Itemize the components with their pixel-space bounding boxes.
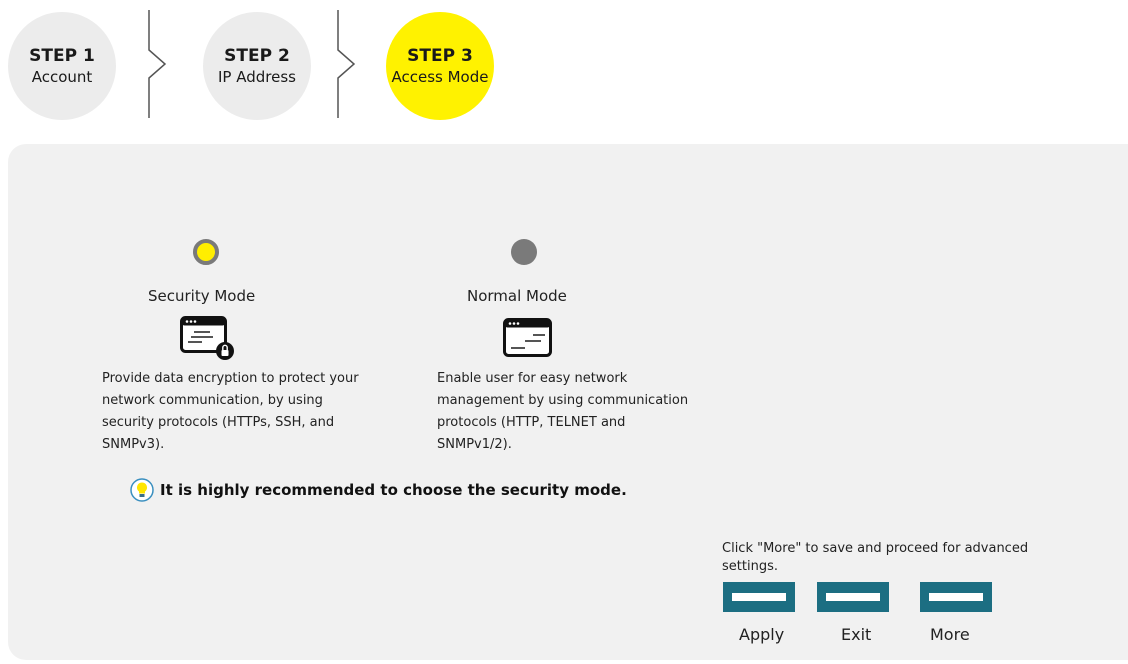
normal-mode-description: Enable user for easy network management … <box>437 371 689 452</box>
apply-button[interactable] <box>723 582 795 612</box>
secure-terminal-icon <box>180 316 234 360</box>
terminal-icon <box>503 318 552 357</box>
step-number: STEP 3 <box>407 46 473 66</box>
step-1-account[interactable]: STEP 1 Account <box>8 12 116 120</box>
apply-button-label[interactable]: Apply <box>739 625 784 644</box>
step-number: STEP 2 <box>224 46 290 66</box>
normal-mode-radio[interactable] <box>511 239 537 265</box>
step-label: Access Mode <box>391 68 489 86</box>
step-label: Account <box>31 68 93 86</box>
step-label: IP Address <box>218 68 296 86</box>
step-3-access-mode[interactable]: STEP 3 Access Mode <box>386 12 494 120</box>
recommendation-text: It is highly recommended to choose the s… <box>160 481 627 499</box>
step-number: STEP 1 <box>29 46 95 66</box>
step-separator-chevron <box>337 10 356 118</box>
step-2-ip-address[interactable]: STEP 2 IP Address <box>203 12 311 120</box>
more-button-label[interactable]: More <box>930 625 970 644</box>
recommendation-tip: It is highly recommended to choose the s… <box>130 478 627 502</box>
exit-button[interactable] <box>817 582 889 612</box>
exit-button-label[interactable]: Exit <box>841 625 871 644</box>
more-button[interactable] <box>920 582 992 612</box>
security-mode-radio[interactable] <box>193 239 219 265</box>
step-separator-chevron <box>148 10 167 118</box>
lightbulb-icon <box>130 478 154 502</box>
more-instruction-note: Click "More" to save and proceed for adv… <box>722 541 1029 574</box>
normal-mode-title: Normal Mode <box>467 287 567 305</box>
security-mode-title: Security Mode <box>148 287 256 305</box>
security-mode-description: Provide data encryption to protect your … <box>102 371 359 452</box>
